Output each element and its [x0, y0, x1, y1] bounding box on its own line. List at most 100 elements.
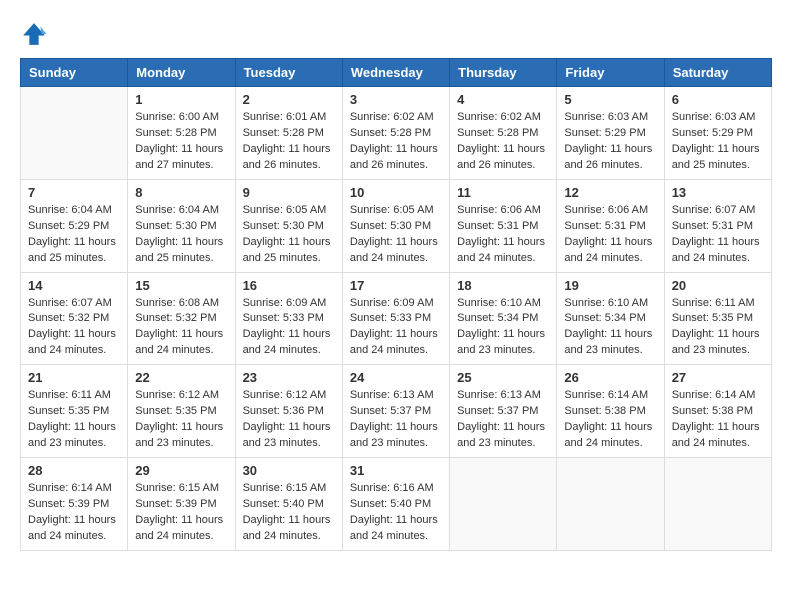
day-info: Sunrise: 6:09 AMSunset: 5:33 PMDaylight:…: [243, 296, 335, 360]
calendar-week-row: 28 Sunrise: 6:14 AMSunset: 5:39 PMDayligh…: [21, 458, 772, 551]
day-info: Sunrise: 6:07 AMSunset: 5:32 PMDaylight:…: [28, 296, 120, 360]
calendar-cell: 12 Sunrise: 6:06 AMSunset: 5:31 PMDayligh…: [557, 179, 664, 272]
day-number: 19: [564, 278, 656, 293]
weekday-header: Saturday: [664, 59, 771, 87]
calendar-cell: 17Sunrise: 6:09 AMSunset: 5:33 PMDayligh…: [342, 272, 449, 365]
calendar-cell: 13Sunrise: 6:07 AMSunset: 5:31 PMDayligh…: [664, 179, 771, 272]
calendar-cell: 30 Sunrise: 6:15 AMSunset: 5:40 PMDayligh…: [235, 458, 342, 551]
day-number: 17: [350, 278, 442, 293]
day-info: Sunrise: 6:14 AMSunset: 5:39 PMDaylight:…: [28, 481, 120, 545]
weekday-header: Tuesday: [235, 59, 342, 87]
calendar-cell: 3 Sunrise: 6:02 AMSunset: 5:28 PMDaylight…: [342, 87, 449, 180]
calendar-cell: 5 Sunrise: 6:03 AMSunset: 5:29 PMDaylight…: [557, 87, 664, 180]
day-info: Sunrise: 6:04 AMSunset: 5:30 PMDaylight:…: [135, 203, 227, 267]
calendar-cell: 14 Sunrise: 6:07 AMSunset: 5:32 PMDayligh…: [21, 272, 128, 365]
weekday-header: Friday: [557, 59, 664, 87]
page-header: [20, 20, 772, 48]
calendar-cell: 1 Sunrise: 6:00 AMSunset: 5:28 PMDaylight…: [128, 87, 235, 180]
weekday-header: Thursday: [450, 59, 557, 87]
day-number: 1: [135, 92, 227, 107]
day-number: 28: [28, 463, 120, 478]
calendar-week-row: 21 Sunrise: 6:11 AMSunset: 5:35 PMDayligh…: [21, 365, 772, 458]
calendar-cell: 28 Sunrise: 6:14 AMSunset: 5:39 PMDayligh…: [21, 458, 128, 551]
calendar-cell: 10 Sunrise: 6:05 AMSunset: 5:30 PMDayligh…: [342, 179, 449, 272]
day-number: 24: [350, 370, 442, 385]
calendar-cell: 16Sunrise: 6:09 AMSunset: 5:33 PMDayligh…: [235, 272, 342, 365]
day-number: 20: [672, 278, 764, 293]
day-info: Sunrise: 6:15 AMSunset: 5:39 PMDaylight:…: [135, 481, 227, 545]
day-number: 23: [243, 370, 335, 385]
day-info: Sunrise: 6:03 AMSunset: 5:29 PMDaylight:…: [672, 110, 764, 174]
day-number: 31: [350, 463, 442, 478]
day-number: 15: [135, 278, 227, 293]
calendar-table: SundayMondayTuesdayWednesdayThursdayFrid…: [20, 58, 772, 551]
calendar-cell: 15 Sunrise: 6:08 AMSunset: 5:32 PMDayligh…: [128, 272, 235, 365]
calendar-cell: 11Sunrise: 6:06 AMSunset: 5:31 PMDayligh…: [450, 179, 557, 272]
day-info: Sunrise: 6:10 AMSunset: 5:34 PMDaylight:…: [457, 296, 549, 360]
day-info: Sunrise: 6:03 AMSunset: 5:29 PMDaylight:…: [564, 110, 656, 174]
day-number: 3: [350, 92, 442, 107]
day-info: Sunrise: 6:11 AMSunset: 5:35 PMDaylight:…: [28, 388, 120, 452]
day-info: Sunrise: 6:01 AMSunset: 5:28 PMDaylight:…: [243, 110, 335, 174]
day-info: Sunrise: 6:16 AMSunset: 5:40 PMDaylight:…: [350, 481, 442, 545]
day-number: 21: [28, 370, 120, 385]
logo-icon: [20, 20, 48, 48]
day-number: 30: [243, 463, 335, 478]
calendar-cell: 8 Sunrise: 6:04 AMSunset: 5:30 PMDaylight…: [128, 179, 235, 272]
day-info: Sunrise: 6:06 AMSunset: 5:31 PMDaylight:…: [457, 203, 549, 267]
calendar-cell: 26Sunrise: 6:14 AMSunset: 5:38 PMDayligh…: [557, 365, 664, 458]
day-info: Sunrise: 6:02 AMSunset: 5:28 PMDaylight:…: [350, 110, 442, 174]
day-info: Sunrise: 6:15 AMSunset: 5:40 PMDaylight:…: [243, 481, 335, 545]
day-info: Sunrise: 6:14 AMSunset: 5:38 PMDaylight:…: [672, 388, 764, 452]
day-info: Sunrise: 6:13 AMSunset: 5:37 PMDaylight:…: [350, 388, 442, 452]
day-number: 4: [457, 92, 549, 107]
calendar-cell: 18Sunrise: 6:10 AMSunset: 5:34 PMDayligh…: [450, 272, 557, 365]
day-info: Sunrise: 6:14 AMSunset: 5:38 PMDaylight:…: [564, 388, 656, 452]
calendar-cell: 27Sunrise: 6:14 AMSunset: 5:38 PMDayligh…: [664, 365, 771, 458]
day-number: 6: [672, 92, 764, 107]
day-number: 10: [350, 185, 442, 200]
calendar-header-row: SundayMondayTuesdayWednesdayThursdayFrid…: [21, 59, 772, 87]
day-number: 29: [135, 463, 227, 478]
day-info: Sunrise: 6:12 AMSunset: 5:36 PMDaylight:…: [243, 388, 335, 452]
weekday-header: Wednesday: [342, 59, 449, 87]
day-info: Sunrise: 6:12 AMSunset: 5:35 PMDaylight:…: [135, 388, 227, 452]
calendar-cell: 19 Sunrise: 6:10 AMSunset: 5:34 PMDayligh…: [557, 272, 664, 365]
day-info: Sunrise: 6:05 AMSunset: 5:30 PMDaylight:…: [243, 203, 335, 267]
logo: [20, 20, 52, 48]
calendar-cell: 25Sunrise: 6:13 AMSunset: 5:37 PMDayligh…: [450, 365, 557, 458]
calendar-cell: 7Sunrise: 6:04 AMSunset: 5:29 PMDaylight…: [21, 179, 128, 272]
day-number: 8: [135, 185, 227, 200]
calendar-cell: 4 Sunrise: 6:02 AMSunset: 5:28 PMDaylight…: [450, 87, 557, 180]
day-info: Sunrise: 6:07 AMSunset: 5:31 PMDaylight:…: [672, 203, 764, 267]
calendar-cell: 6 Sunrise: 6:03 AMSunset: 5:29 PMDaylight…: [664, 87, 771, 180]
calendar-cell: 2 Sunrise: 6:01 AMSunset: 5:28 PMDaylight…: [235, 87, 342, 180]
calendar-week-row: 1 Sunrise: 6:00 AMSunset: 5:28 PMDaylight…: [21, 87, 772, 180]
day-number: 12: [564, 185, 656, 200]
calendar-week-row: 7Sunrise: 6:04 AMSunset: 5:29 PMDaylight…: [21, 179, 772, 272]
day-number: 2: [243, 92, 335, 107]
day-info: Sunrise: 6:08 AMSunset: 5:32 PMDaylight:…: [135, 296, 227, 360]
calendar-cell: 20Sunrise: 6:11 AMSunset: 5:35 PMDayligh…: [664, 272, 771, 365]
day-number: 14: [28, 278, 120, 293]
day-number: 9: [243, 185, 335, 200]
weekday-header: Sunday: [21, 59, 128, 87]
calendar-cell: [21, 87, 128, 180]
day-info: Sunrise: 6:06 AMSunset: 5:31 PMDaylight:…: [564, 203, 656, 267]
calendar-cell: 31 Sunrise: 6:16 AMSunset: 5:40 PMDayligh…: [342, 458, 449, 551]
day-info: Sunrise: 6:05 AMSunset: 5:30 PMDaylight:…: [350, 203, 442, 267]
calendar-cell: 24 Sunrise: 6:13 AMSunset: 5:37 PMDayligh…: [342, 365, 449, 458]
day-info: Sunrise: 6:10 AMSunset: 5:34 PMDaylight:…: [564, 296, 656, 360]
calendar-week-row: 14 Sunrise: 6:07 AMSunset: 5:32 PMDayligh…: [21, 272, 772, 365]
day-info: Sunrise: 6:00 AMSunset: 5:28 PMDaylight:…: [135, 110, 227, 174]
calendar-cell: [557, 458, 664, 551]
day-info: Sunrise: 6:04 AMSunset: 5:29 PMDaylight:…: [28, 203, 120, 267]
day-number: 22: [135, 370, 227, 385]
day-info: Sunrise: 6:02 AMSunset: 5:28 PMDaylight:…: [457, 110, 549, 174]
day-info: Sunrise: 6:13 AMSunset: 5:37 PMDaylight:…: [457, 388, 549, 452]
calendar-cell: [664, 458, 771, 551]
calendar-cell: 21 Sunrise: 6:11 AMSunset: 5:35 PMDayligh…: [21, 365, 128, 458]
day-number: 5: [564, 92, 656, 107]
calendar-cell: [450, 458, 557, 551]
calendar-cell: 23 Sunrise: 6:12 AMSunset: 5:36 PMDayligh…: [235, 365, 342, 458]
